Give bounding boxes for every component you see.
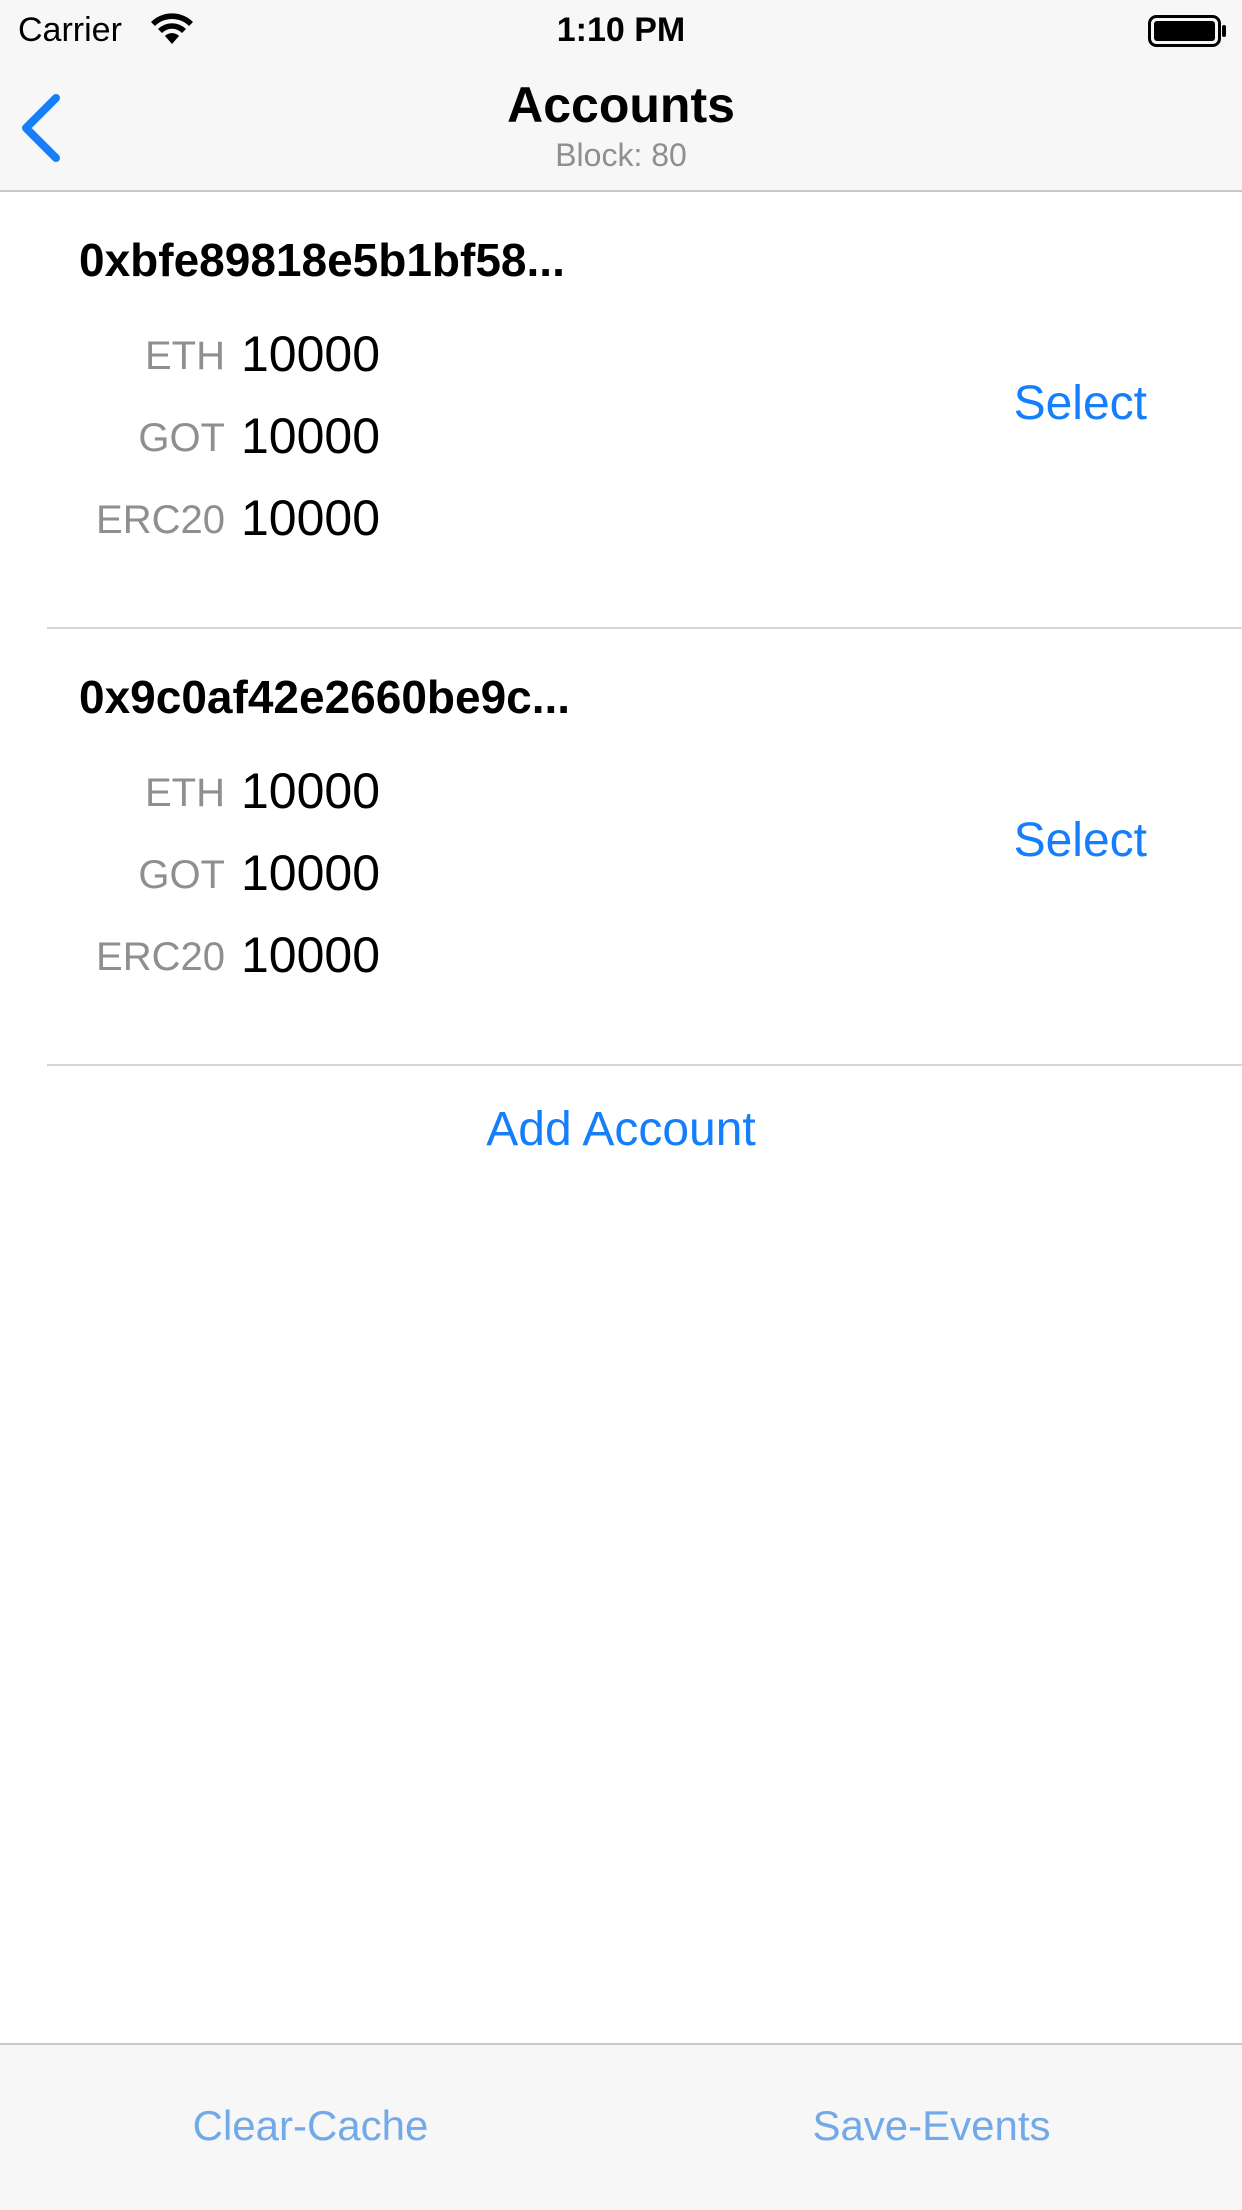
- account-cell: 0x9c0af42e2660be9c... ETH 10000 GOT 1000…: [0, 629, 1242, 1065]
- bottom-toolbar: Clear-Cache Save-Events: [0, 2043, 1242, 2210]
- account-address: 0xbfe89818e5b1bf58...: [79, 234, 565, 286]
- token-balance: 10000: [241, 326, 381, 382]
- balance-row: GOT 10000: [0, 843, 600, 903]
- token-balance: 10000: [241, 408, 381, 464]
- select-account-button[interactable]: Select: [1014, 811, 1147, 871]
- navigation-bar: Accounts Block: 80: [0, 60, 1242, 192]
- token-label: ETH: [145, 771, 225, 815]
- token-balance: 10000: [241, 845, 381, 901]
- battery-icon: [1148, 14, 1228, 48]
- token-label: ERC20: [96, 935, 225, 979]
- account-cell: 0xbfe89818e5b1bf58... ETH 10000 GOT 1000…: [0, 192, 1242, 628]
- balance-row: ERC20 10000: [0, 488, 600, 548]
- account-address: 0x9c0af42e2660be9c...: [79, 671, 571, 723]
- divider: [47, 1064, 1242, 1066]
- balance-row: ETH 10000: [0, 324, 600, 384]
- token-balance: 10000: [241, 763, 381, 819]
- balance-row: GOT 10000: [0, 406, 600, 466]
- save-events-button[interactable]: Save-Events: [621, 2100, 1242, 2152]
- token-label: GOT: [138, 416, 225, 460]
- select-account-button[interactable]: Select: [1014, 374, 1147, 434]
- status-bar: Carrier 1:10 PM: [0, 0, 1242, 60]
- balance-row: ETH 10000: [0, 761, 600, 821]
- token-label: ETH: [145, 334, 225, 378]
- clear-cache-button[interactable]: Clear-Cache: [0, 2100, 621, 2152]
- status-time: 1:10 PM: [556, 11, 686, 49]
- add-account-button[interactable]: Add Account: [0, 1100, 1242, 1160]
- token-balance: 10000: [241, 490, 381, 546]
- token-balance: 10000: [241, 927, 381, 983]
- block-subtitle: Block: 80: [555, 137, 687, 173]
- page-title: Accounts: [507, 77, 735, 133]
- token-label: ERC20: [96, 498, 225, 542]
- balance-row: ERC20 10000: [0, 925, 600, 985]
- token-label: GOT: [138, 853, 225, 897]
